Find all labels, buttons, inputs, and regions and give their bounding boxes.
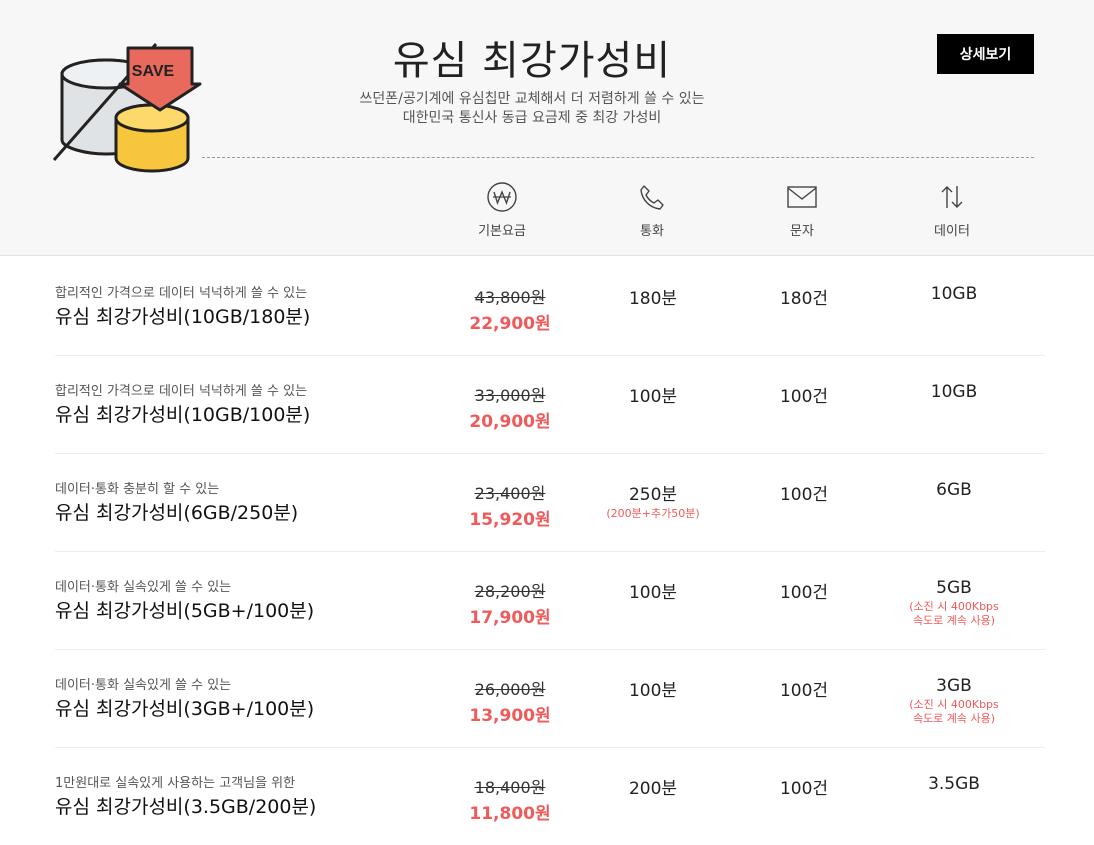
column-label-fee: 기본요금 [478,224,526,239]
plan-name: 유심 최강가성비(3.5GB/200분) [55,796,317,818]
plan-price: 33,000원 20,900원 [445,382,575,432]
plan-data: 3.5GB [884,774,1024,794]
plan-call: 100분 [583,578,723,603]
column-label-data: 데이터 [934,224,970,239]
data-note: (소진 시 400Kbps 속도로 계속 사용) [884,698,1024,726]
original-price: 28,200원 [474,582,546,601]
data-note-line-1: (소진 시 400Kbps [909,600,999,613]
original-price: 43,800원 [474,288,546,307]
column-header-fee: 기본요금 [442,180,562,239]
phone-icon [640,185,664,210]
plan-price: 18,400원 11,800원 [445,774,575,824]
call-value: 200분 [628,779,678,799]
plan-data: 5GB (소진 시 400Kbps 속도로 계속 사용) [884,578,1024,628]
plan-call: 180분 [583,284,723,309]
call-value: 100분 [628,681,678,701]
sms-value: 100건 [779,583,829,603]
plan-price: 43,800원 22,900원 [445,284,575,334]
plan-sms: 100건 [734,480,874,505]
call-value: 180분 [628,289,678,309]
plan-description: 데이터·통화 실속있게 쓸 수 있는 [55,678,232,693]
data-value: 3GB [936,676,972,696]
sms-value: 100건 [779,779,829,799]
plan-row[interactable]: 데이터·통화 실속있게 쓸 수 있는 유심 최강가성비(3GB+/100분) 2… [55,649,1045,748]
plan-sms: 100건 [734,382,874,407]
won-icon [487,182,517,212]
plan-name: 유심 최강가성비(6GB/250분) [55,502,299,524]
transfer-arrows-icon [941,186,963,208]
original-price: 23,400원 [474,484,546,503]
plan-name: 유심 최강가성비(10GB/100분) [55,404,311,426]
sale-price: 20,900원 [469,412,551,432]
data-value: 3.5GB [928,774,980,794]
plan-call: 100분 [583,676,723,701]
call-note: (200분+추가50분) [606,507,700,520]
plan-description: 데이터·통화 충분히 할 수 있는 [55,482,220,497]
plan-sms: 100건 [734,774,874,799]
call-value: 250분 [628,485,678,505]
data-value: 6GB [936,480,972,500]
plan-row[interactable]: 합리적인 가격으로 데이터 넉넉하게 쓸 수 있는 유심 최강가성비(10GB/… [55,257,1045,356]
plan-call: 100분 [583,382,723,407]
plan-sms: 100건 [734,676,874,701]
mail-icon [787,186,817,208]
sale-price: 15,920원 [469,510,551,530]
original-price: 33,000원 [474,386,546,405]
plan-description: 합리적인 가격으로 데이터 넉넉하게 쓸 수 있는 [55,384,308,399]
column-label-sms: 문자 [790,224,814,239]
plan-sms: 100건 [734,578,874,603]
original-price: 18,400원 [474,778,546,797]
plan-description: 1만원대로 실속있게 사용하는 고객님을 위한 [55,776,296,791]
subtitle-line-1: 쓰던폰/공기계에 유심칩만 교체해서 더 저렴하게 쓸 수 있는 [359,91,705,107]
plan-data: 10GB [884,382,1024,402]
plan-data: 3GB (소진 시 400Kbps 속도로 계속 사용) [884,676,1024,726]
page-header: SAVE 유심 최강가성비 쓰던폰/공기계에 유심칩만 교체해서 더 저렴하게 … [0,0,1094,256]
sms-value: 180건 [779,289,829,309]
plan-price: 23,400원 15,920원 [445,480,575,530]
plan-data: 6GB [884,480,1024,500]
sale-price: 13,900원 [469,706,551,726]
plan-data: 10GB [884,284,1024,304]
page-subtitle: 쓰던폰/공기계에 유심칩만 교체해서 더 저렴하게 쓸 수 있는 대한민국 통신… [0,90,1064,128]
plan-description: 합리적인 가격으로 데이터 넉넉하게 쓸 수 있는 [55,286,308,301]
sms-value: 100건 [779,681,829,701]
sms-value: 100건 [779,485,829,505]
plan-price: 26,000원 13,900원 [445,676,575,726]
plan-call: 250분 (200분+추가50분) [583,480,723,521]
column-header-data: 데이터 [892,180,1012,239]
data-value: 10GB [930,382,978,402]
subtitle-line-2: 대한민국 통신사 동급 요금제 중 최강 가성비 [402,110,662,126]
data-value: 10GB [930,284,978,304]
plan-sms: 180건 [734,284,874,309]
sale-price: 17,900원 [469,608,551,628]
plan-name: 유심 최강가성비(10GB/180분) [55,306,311,328]
original-price: 26,000원 [474,680,546,699]
data-note-line-1: (소진 시 400Kbps [909,698,999,711]
detail-button[interactable]: 상세보기 [937,34,1034,74]
plan-row[interactable]: 데이터·통화 실속있게 쓸 수 있는 유심 최강가성비(5GB+/100분) 2… [55,551,1045,650]
column-label-call: 통화 [640,224,664,239]
column-header-call: 통화 [592,180,712,239]
call-value: 100분 [628,387,678,407]
call-value: 100분 [628,583,678,603]
page-title: 유심 최강가성비 [392,38,672,84]
plan-call: 200분 [583,774,723,799]
plan-row[interactable]: 1만원대로 실속있게 사용하는 고객님을 위한 유심 최강가성비(3.5GB/2… [55,747,1045,845]
plan-row[interactable]: 데이터·통화 충분히 할 수 있는 유심 최강가성비(6GB/250분) 23,… [55,453,1045,552]
plan-price: 28,200원 17,900원 [445,578,575,628]
sale-price: 22,900원 [469,314,551,334]
data-note-line-2: 속도로 계속 사용) [912,614,996,627]
data-note: (소진 시 400Kbps 속도로 계속 사용) [884,600,1024,628]
data-note-line-2: 속도로 계속 사용) [912,712,996,725]
plan-name: 유심 최강가성비(3GB+/100분) [55,698,315,720]
plan-row[interactable]: 합리적인 가격으로 데이터 넉넉하게 쓸 수 있는 유심 최강가성비(10GB/… [55,355,1045,454]
sms-value: 100건 [779,387,829,407]
column-header-sms: 문자 [742,180,862,239]
header-divider [202,157,1034,158]
data-value: 5GB [936,578,972,598]
sale-price: 11,800원 [469,804,551,824]
plan-description: 데이터·통화 실속있게 쓸 수 있는 [55,580,232,595]
plan-name: 유심 최강가성비(5GB+/100분) [55,600,315,622]
